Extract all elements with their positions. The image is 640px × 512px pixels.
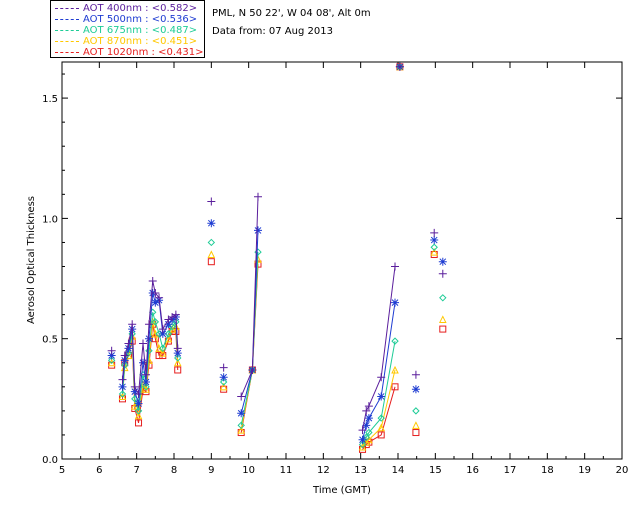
x-tick-label: 12	[317, 465, 330, 476]
legend-item: AOT 400nm : <0.582>	[55, 3, 197, 14]
legend: AOT 400nm : <0.582> AOT 500nm : <0.536> …	[50, 0, 205, 58]
x-tick-label: 15	[429, 465, 442, 476]
legend-item: AOT 870nm : <0.451>	[55, 36, 197, 47]
data-point	[118, 375, 127, 384]
x-tick-label: 8	[171, 465, 177, 476]
y-tick-label: 1.0	[42, 214, 58, 225]
legend-item: AOT 1020nm : <0.431>	[55, 47, 203, 58]
series-0	[107, 62, 447, 435]
data-point	[391, 262, 400, 271]
legend-label: AOT 400nm : <0.582>	[83, 3, 198, 14]
station-info: PML, N 50 22', W 04 08', Alt 0m	[212, 8, 371, 19]
data-point	[411, 385, 420, 394]
x-tick-label: 18	[541, 465, 554, 476]
series-4	[108, 63, 447, 453]
data-point	[219, 373, 228, 382]
plot-frame	[61, 61, 623, 460]
data-point	[438, 269, 447, 278]
data-point	[207, 238, 216, 247]
data-point	[207, 250, 216, 258]
data-point	[254, 226, 262, 235]
data-point	[237, 392, 246, 401]
data-point	[391, 298, 400, 307]
x-tick-label: 5	[59, 465, 65, 476]
data-point	[142, 378, 150, 387]
x-tick-label: 17	[504, 465, 517, 476]
series-layer	[107, 62, 447, 453]
data-point	[118, 382, 127, 391]
x-tick-label: 16	[466, 465, 479, 476]
x-tick-label: 6	[96, 465, 102, 476]
y-tick-label: 0.5	[42, 335, 58, 346]
data-point	[364, 414, 373, 423]
data-point	[207, 258, 215, 266]
data-point	[377, 392, 386, 401]
data-point	[139, 339, 148, 348]
legend-item: AOT 675nm : <0.487>	[55, 25, 197, 36]
data-point	[148, 276, 157, 285]
data-point	[411, 370, 420, 379]
x-tick-label: 7	[133, 465, 139, 476]
axis-ticks: 5 6 7 8 9 10 11 12 13 14 15 16 17 18 19 20 0.0 0.5 1.0 1.5	[42, 62, 628, 476]
y-axis-label: Aerosol Optical Thickness	[26, 196, 37, 324]
legend-swatch	[55, 7, 79, 9]
x-tick-label: 10	[242, 465, 255, 476]
aot-chart: 5 6 7 8 9 10 11 12 13 14 15 16 17 18 19 200.00.51.01.5 …	[26, 61, 628, 496]
data-point	[237, 409, 246, 418]
legend-label: AOT 675nm : <0.487>	[83, 25, 198, 36]
y-tick-label: 0.0	[42, 455, 58, 466]
x-axis-label: Time (GMT)	[312, 485, 371, 496]
data-point	[134, 399, 143, 408]
x-tick-label: 14	[392, 465, 405, 476]
data-point	[430, 228, 439, 237]
data-point	[130, 382, 139, 391]
data-point	[107, 346, 116, 355]
data-point	[139, 358, 148, 367]
x-tick-label: 11	[280, 465, 293, 476]
legend-swatch	[55, 18, 79, 20]
data-point	[128, 320, 137, 329]
legend-label: AOT 500nm : <0.536>	[83, 14, 198, 25]
legend-item: AOT 500nm : <0.536>	[55, 14, 197, 25]
data-point	[438, 257, 447, 266]
data-point	[412, 421, 420, 429]
data-point	[207, 219, 216, 228]
legend-swatch	[55, 40, 79, 42]
data-point	[144, 334, 153, 343]
series-3	[107, 62, 447, 451]
legend-label: AOT 1020nm : <0.431>	[83, 47, 204, 58]
legend-label: AOT 870nm : <0.451>	[83, 36, 198, 47]
y-tick-label: 1.5	[42, 94, 58, 105]
legend-swatch	[55, 51, 79, 53]
data-date: Data from: 07 Aug 2013	[212, 26, 333, 37]
data-point	[439, 325, 447, 333]
data-point	[219, 363, 228, 372]
x-tick-label: 13	[354, 465, 367, 476]
legend-swatch	[55, 29, 79, 31]
data-point	[439, 294, 447, 302]
data-point	[412, 429, 420, 437]
data-point	[173, 344, 182, 353]
data-point	[430, 236, 439, 245]
data-point	[358, 435, 367, 444]
x-tick-label: 9	[208, 465, 214, 476]
series-1	[107, 62, 447, 444]
data-point	[254, 192, 262, 201]
data-point	[207, 197, 216, 206]
x-tick-label: 19	[578, 465, 591, 476]
data-point	[412, 407, 420, 415]
x-tick-label: 20	[616, 465, 629, 476]
data-point	[438, 315, 447, 323]
